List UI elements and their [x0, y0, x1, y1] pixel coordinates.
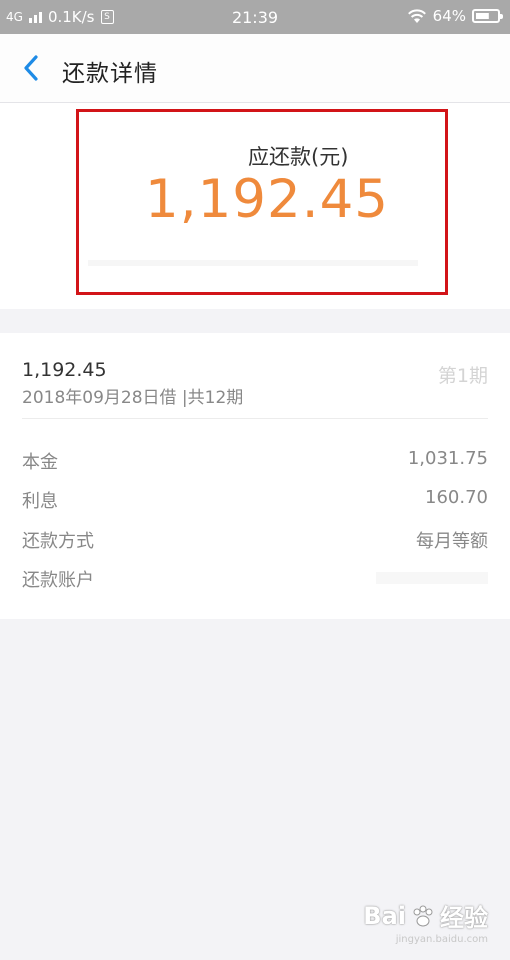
- watermark-logo: Bai 经验: [363, 898, 488, 933]
- due-label: 应还款(元): [248, 145, 349, 169]
- page-title: 还款详情: [62, 61, 158, 87]
- repayment-method-label: 还款方式: [22, 531, 94, 552]
- back-button[interactable]: [14, 50, 48, 86]
- principal-row: 本金 1,031.75: [22, 448, 488, 474]
- interest-row: 利息 160.70: [22, 487, 488, 513]
- watermark-text: Bai: [363, 901, 406, 930]
- wifi-icon: [407, 9, 426, 23]
- watermark-url: jingyan.baidu.com: [395, 934, 488, 945]
- loan-info: 2018年09月28日借 |共12期: [22, 388, 244, 408]
- principal-label: 本金: [22, 452, 58, 473]
- battery-icon: [472, 9, 503, 23]
- battery-level: [476, 13, 489, 19]
- interest-label: 利息: [22, 491, 58, 512]
- repayment-method-row: 还款方式 每月等额: [22, 527, 488, 553]
- battery-percent: 64%: [432, 7, 466, 25]
- repayment-account-row: 还款账户: [22, 566, 488, 592]
- watermark-text-2: 经验: [440, 904, 488, 932]
- loan-detail-card: 1,192.45 2018年09月28日借 |共12期 第1期 本金 1,031…: [0, 333, 510, 619]
- due-amount: 1,192.45: [145, 169, 390, 230]
- status-right: 64%: [407, 7, 503, 25]
- title-bar: 还款详情: [0, 34, 510, 103]
- redacted-note: [88, 260, 418, 266]
- chevron-left-icon: [24, 55, 38, 81]
- repayment-account-label: 还款账户: [22, 570, 94, 591]
- interest-value: 160.70: [425, 487, 488, 508]
- status-bar: 4G 0.1K/s S 21:39 64%: [0, 0, 510, 34]
- principal-value: 1,031.75: [407, 448, 488, 469]
- divider: [22, 418, 488, 419]
- due-summary-card: 应还款(元) 1,192.45: [0, 103, 510, 309]
- loan-amount: 1,192.45: [22, 359, 107, 381]
- repayment-method-value: 每月等额: [416, 531, 488, 552]
- period-badge: 第1期: [437, 365, 488, 387]
- repayment-account-value: [376, 572, 488, 584]
- paw-icon: [413, 905, 433, 926]
